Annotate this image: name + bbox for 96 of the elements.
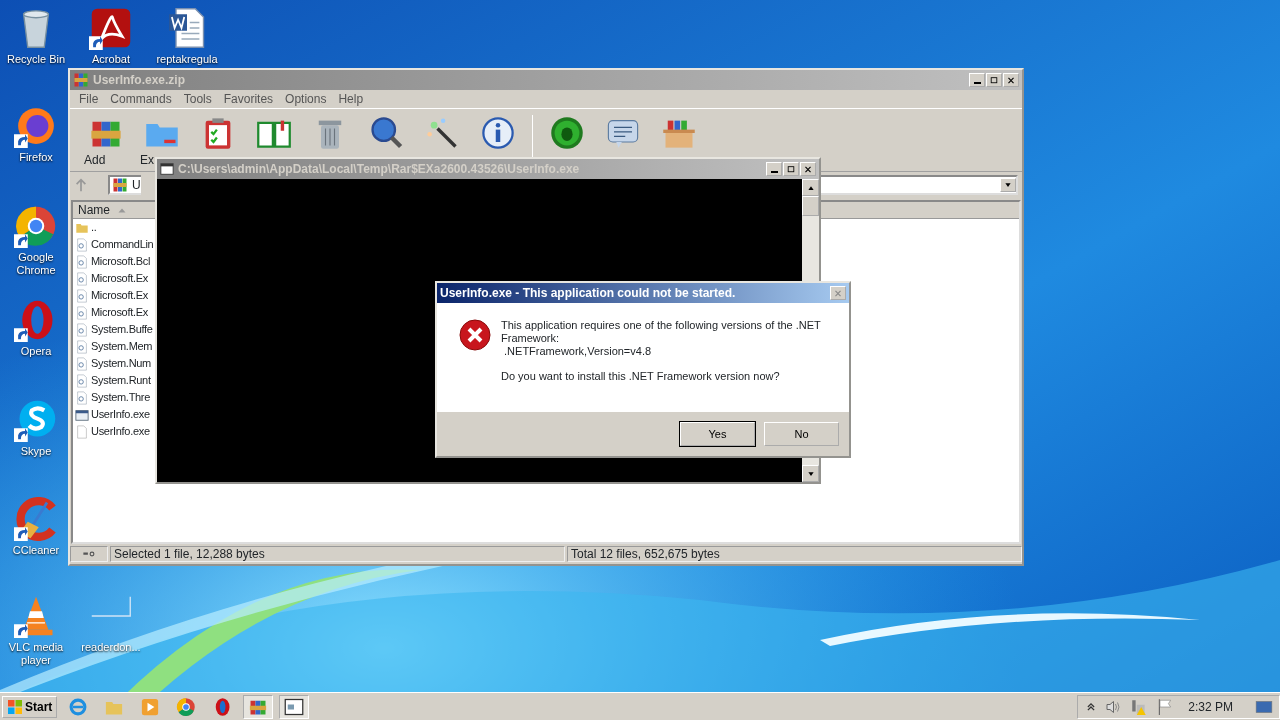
document-icon[interactable] xyxy=(89,6,133,50)
icon-label: VLC media player xyxy=(7,641,65,667)
globe-icon[interactable] xyxy=(14,204,58,248)
status-text: Total 12 files, 652,675 bytes xyxy=(571,546,720,563)
maximize-icon xyxy=(786,164,796,174)
dialog-button[interactable]: Yes xyxy=(680,422,755,446)
close-icon xyxy=(803,164,813,174)
archive-icon xyxy=(73,72,89,88)
icon-label: Opera xyxy=(20,345,52,358)
file-name[interactable]: System.Thre xyxy=(91,389,151,406)
settings-file-icon xyxy=(75,305,89,320)
network-warning-icon[interactable] xyxy=(1130,697,1149,716)
close-icon xyxy=(833,288,843,298)
minimize-icon xyxy=(770,170,778,173)
file-name[interactable]: System.Mem xyxy=(91,338,153,355)
scroll-thumb[interactable] xyxy=(802,196,819,216)
file-name[interactable]: System.Runt xyxy=(91,372,151,389)
settings-file-icon xyxy=(75,322,89,337)
broom-icon[interactable] xyxy=(14,497,58,541)
settings-file-icon xyxy=(75,373,89,388)
blank-file-icon xyxy=(75,424,89,439)
address-field[interactable]: U xyxy=(108,175,141,195)
program-window-icon xyxy=(75,407,89,422)
maximize-button[interactable] xyxy=(986,73,1002,87)
chevron-up-icon[interactable] xyxy=(1086,700,1097,713)
maximize-button[interactable] xyxy=(783,162,799,176)
close-icon xyxy=(1006,75,1016,85)
message-text: This application requires one of the following versions of the .NET Framework: .NETFramework,Version=v4.8 xyxy=(501,319,821,358)
scroll-down-icon xyxy=(806,470,815,477)
file-name[interactable]: .. xyxy=(91,219,97,236)
settings-file-icon xyxy=(75,390,89,405)
icon-label: Google Chrome xyxy=(15,251,57,277)
file-name[interactable]: System.Buffe xyxy=(91,321,153,338)
minimize-button[interactable] xyxy=(969,73,985,87)
icon-label: Skype xyxy=(20,445,52,458)
console-icon xyxy=(284,696,305,717)
question-text: Do you want to install this .NET Framework version now? xyxy=(501,370,781,383)
start-icon xyxy=(7,698,23,715)
file-name[interactable]: UserInfo.exe xyxy=(91,423,150,440)
dialog-title: UserInfo.exe - This application could not be started. xyxy=(440,285,736,302)
close-button[interactable] xyxy=(800,162,816,176)
start-button[interactable]: Start xyxy=(2,695,58,718)
settings-file-icon xyxy=(75,356,89,371)
console-icon xyxy=(160,162,174,176)
file-name[interactable]: UserInfo.exe xyxy=(91,406,150,423)
magnifier-icon[interactable] xyxy=(368,115,404,151)
maximize-icon xyxy=(989,75,999,85)
file-name[interactable]: Microsoft.Bcl xyxy=(91,253,151,270)
icon-label: Recycle Bin xyxy=(6,53,66,66)
file-name[interactable]: Microsoft.Ex xyxy=(91,287,148,304)
toolbar-label[interactable]: Ex xyxy=(136,151,154,169)
settings-file-icon xyxy=(75,288,89,303)
taskbar-button[interactable] xyxy=(243,694,274,719)
column-header[interactable]: Name xyxy=(73,202,155,219)
file-name[interactable]: Microsoft.Ex xyxy=(91,304,148,321)
menu-item[interactable]: Favorites xyxy=(217,90,280,108)
close-button[interactable] xyxy=(1003,73,1019,87)
dropdown-arrow-icon xyxy=(1004,182,1012,188)
file-name[interactable]: System.Num xyxy=(91,355,151,372)
toolbar-label[interactable]: Add xyxy=(80,151,106,169)
icon-label: Firefox xyxy=(19,151,53,164)
icon-label: Acrobat xyxy=(92,53,130,66)
minimize-icon xyxy=(973,81,981,84)
menu-item[interactable]: Options xyxy=(279,90,333,108)
taskbar-button[interactable] xyxy=(279,694,310,719)
archive-icon xyxy=(112,177,128,193)
settings-file-icon xyxy=(75,339,89,354)
clock-text[interactable]: 2:32 PM xyxy=(1188,697,1233,716)
sort-icon xyxy=(118,207,126,213)
chat-icon[interactable] xyxy=(14,398,58,442)
menu-item[interactable]: File xyxy=(73,90,105,108)
play-icon xyxy=(140,696,161,717)
settings-file-icon xyxy=(75,254,89,269)
dropdown-button[interactable] xyxy=(1000,178,1016,192)
browser-icon xyxy=(68,696,89,717)
menu-item[interactable]: Commands xyxy=(104,90,178,108)
menu-item[interactable]: Tools xyxy=(177,90,218,108)
icon-label: reptakregula xyxy=(156,53,218,66)
window-title: UserInfo.exe.zip xyxy=(93,72,186,89)
info-icon[interactable] xyxy=(480,115,516,151)
scroll-up-button[interactable] xyxy=(802,179,819,196)
error-icon xyxy=(459,319,491,351)
settings-file-icon xyxy=(75,237,89,252)
scroll-up-icon xyxy=(806,184,815,191)
icon-label: CCleaner xyxy=(12,544,60,557)
dialog-button[interactable]: No xyxy=(764,422,839,446)
window-title: C:\Users\admin\AppData\Local\Temp\Rar$EXa2600.43526\UserInfo.exe xyxy=(178,161,580,178)
settings-file-icon xyxy=(75,271,89,286)
scroll-down-button[interactable] xyxy=(802,465,819,482)
menu-item[interactable]: Help xyxy=(332,90,370,108)
speaker-icon[interactable] xyxy=(1104,698,1123,715)
file-name[interactable]: CommandLin xyxy=(91,236,154,253)
status-text: Selected 1 file, 12,288 bytes xyxy=(114,546,265,563)
minimize-button[interactable] xyxy=(766,162,782,176)
file-name[interactable]: Microsoft.Ex xyxy=(91,270,148,287)
globe-icon xyxy=(176,696,197,717)
